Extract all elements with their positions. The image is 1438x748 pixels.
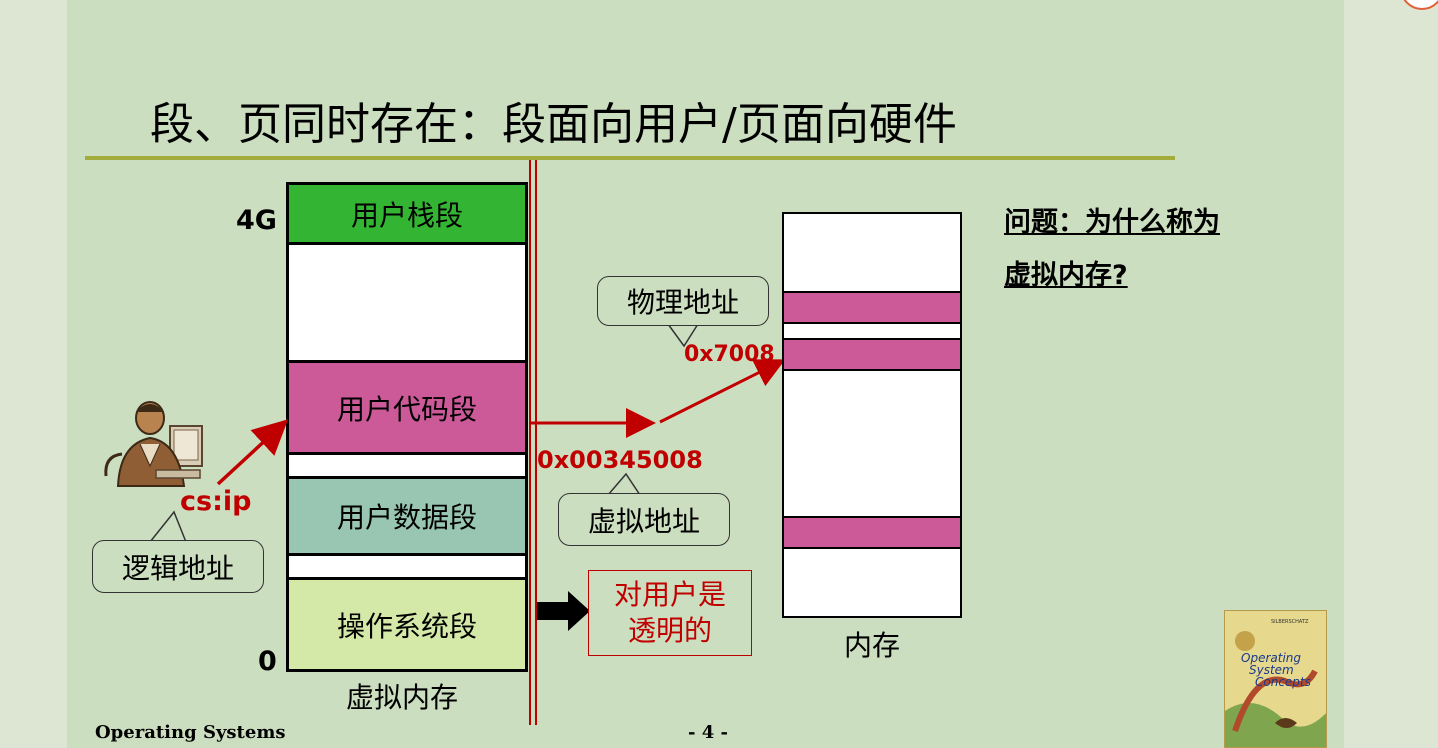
logical-to-code-arrow — [216, 419, 289, 486]
block-arrow-icon — [537, 591, 590, 631]
physical-memory-block — [782, 212, 962, 618]
logical-address-callout: 逻辑地址 — [92, 540, 264, 593]
physical-address-text: 物理地址 — [626, 286, 739, 319]
transparent-note-line2: 透明的 — [627, 614, 712, 647]
physical-address-value: 0x7008 — [684, 342, 775, 367]
book-cover-image: SILBERSCHATZ Operating System Concepts — [1224, 610, 1327, 748]
cs-ip-label: cs:ip — [180, 486, 252, 517]
book-title-line3: Concepts — [1255, 675, 1311, 689]
memory-page-1 — [784, 291, 960, 324]
transparent-note-line1: 对用户是 — [613, 578, 726, 611]
virtual-address-text: 虚拟地址 — [587, 504, 700, 538]
logical-address-text: 逻辑地址 — [121, 551, 234, 585]
physical-address-arrow — [659, 359, 786, 424]
question-line1: 问题：为什么称为 — [1004, 207, 1220, 238]
question-line2: 虚拟内存? — [1004, 260, 1128, 291]
virtual-address-callout: 虚拟地址 — [558, 493, 730, 546]
memory-page-3 — [784, 516, 960, 549]
virtual-address-value: 0x00345008 — [537, 446, 703, 474]
transparent-note-box: 对用户是 透明的 — [588, 570, 752, 656]
footer-page-number: - 4 - — [688, 722, 728, 743]
virtual-callout-tail — [607, 472, 641, 496]
memory-page-2 — [784, 338, 960, 371]
physical-address-callout: 物理地址 — [597, 276, 769, 326]
physical-memory-label: 内存 — [844, 629, 901, 662]
footer-course: Operating Systems — [95, 722, 286, 743]
book-authors: SILBERSCHATZ — [1271, 619, 1309, 625]
